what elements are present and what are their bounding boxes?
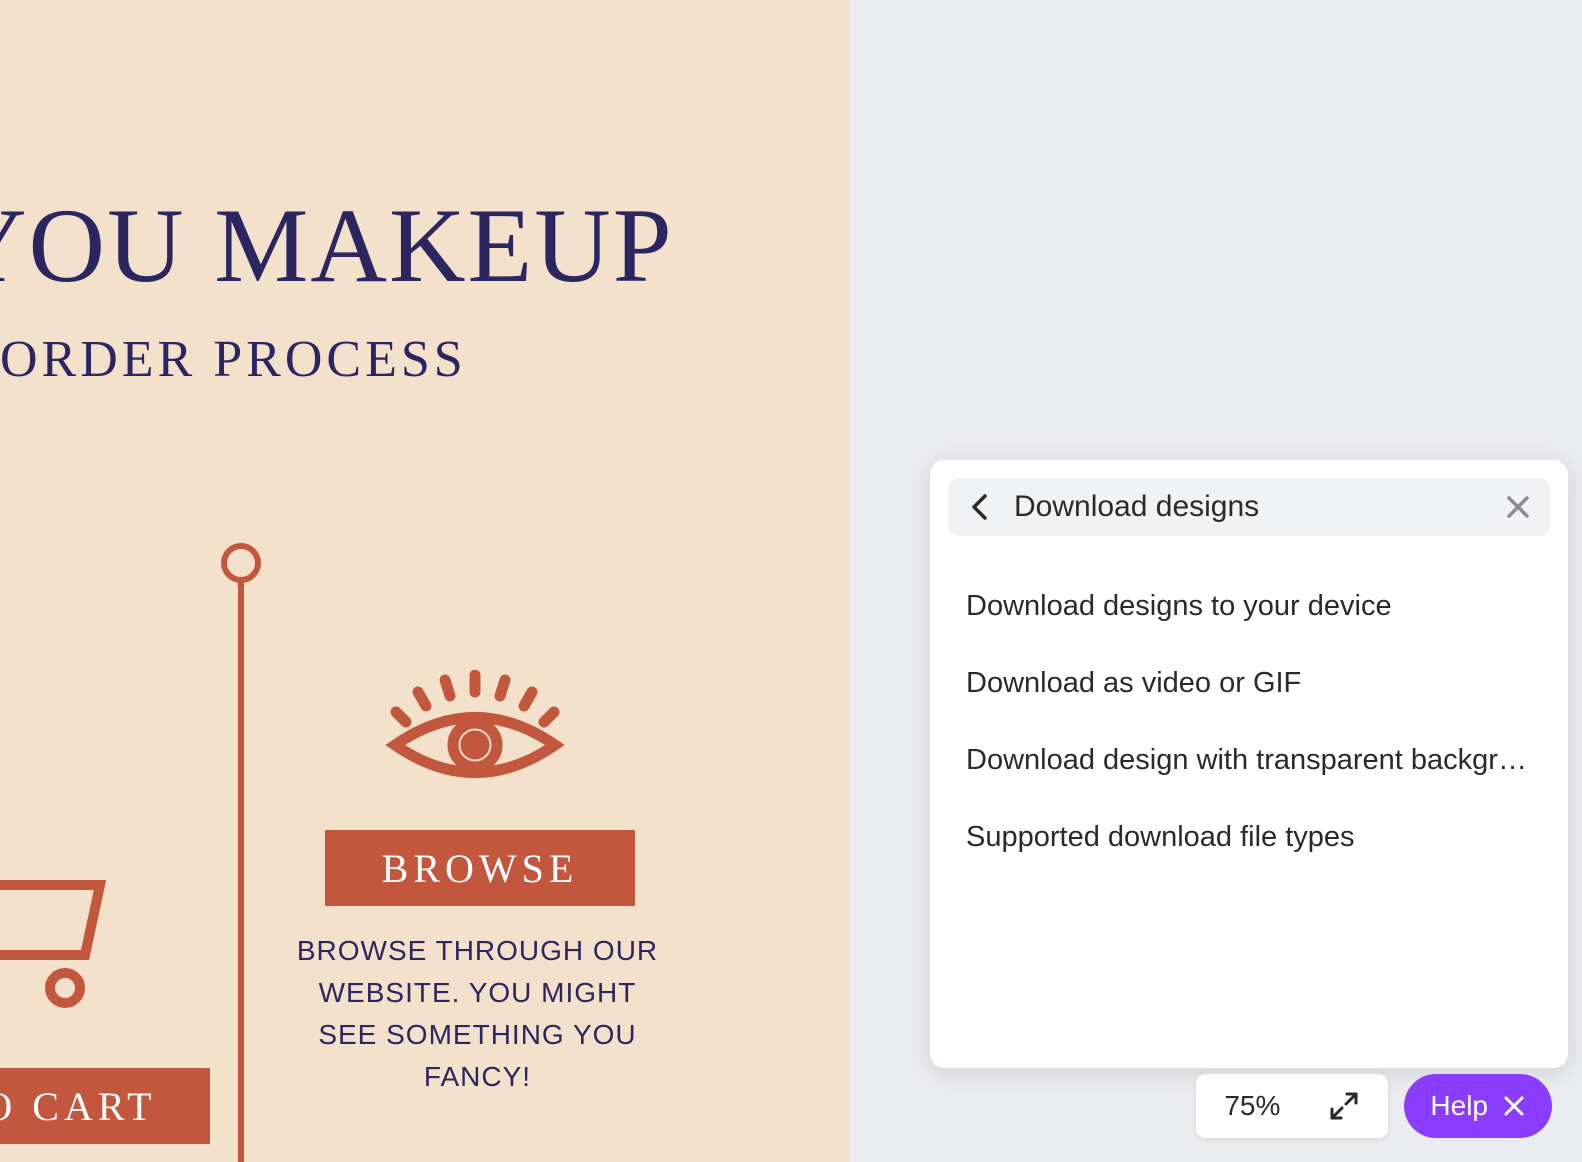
help-item[interactable]: Download design with transparent backgr… [966,722,1532,799]
zoom-value[interactable]: 75% [1224,1090,1280,1122]
cart-button[interactable]: O CART [0,1068,210,1144]
help-item[interactable]: Download as video or GIF [966,645,1532,722]
help-panel-header: Download designs [948,478,1550,536]
canvas-title-sub[interactable]: ORDER PROCESS [0,330,467,389]
back-icon[interactable] [966,493,994,521]
cart-button-label: O CART [0,1083,157,1130]
help-item[interactable]: Supported download file types [966,799,1532,876]
browse-description[interactable]: BROWSE THROUGH OUR WEBSITE. YOU MIGHT SE… [295,930,660,1098]
timeline-line[interactable] [238,575,244,1162]
help-panel-title: Download designs [1014,490,1259,524]
help-button-label: Help [1430,1090,1488,1122]
close-icon[interactable] [1504,493,1532,521]
browse-button[interactable]: BROWSE [325,830,635,906]
zoom-control: 75% [1196,1074,1388,1138]
canvas-title-main[interactable]: YOU MAKEUP [0,185,674,307]
bottom-bar: 75% Help [1196,1074,1552,1138]
browse-button-label: BROWSE [382,845,579,892]
help-item[interactable]: Download designs to your device [966,568,1532,645]
timeline-dot[interactable] [221,543,261,583]
design-canvas[interactable]: YOU MAKEUP ORDER PROCESS BROWSE BROWSE T… [0,0,850,1162]
help-panel: Download designs Download designs to you… [930,460,1568,1068]
help-button-close-icon [1502,1094,1526,1118]
help-button[interactable]: Help [1404,1074,1552,1138]
cart-icon[interactable] [0,880,110,1015]
expand-icon[interactable] [1328,1090,1360,1122]
help-items-list: Download designs to your device Download… [930,536,1568,908]
eye-icon[interactable] [380,670,570,795]
